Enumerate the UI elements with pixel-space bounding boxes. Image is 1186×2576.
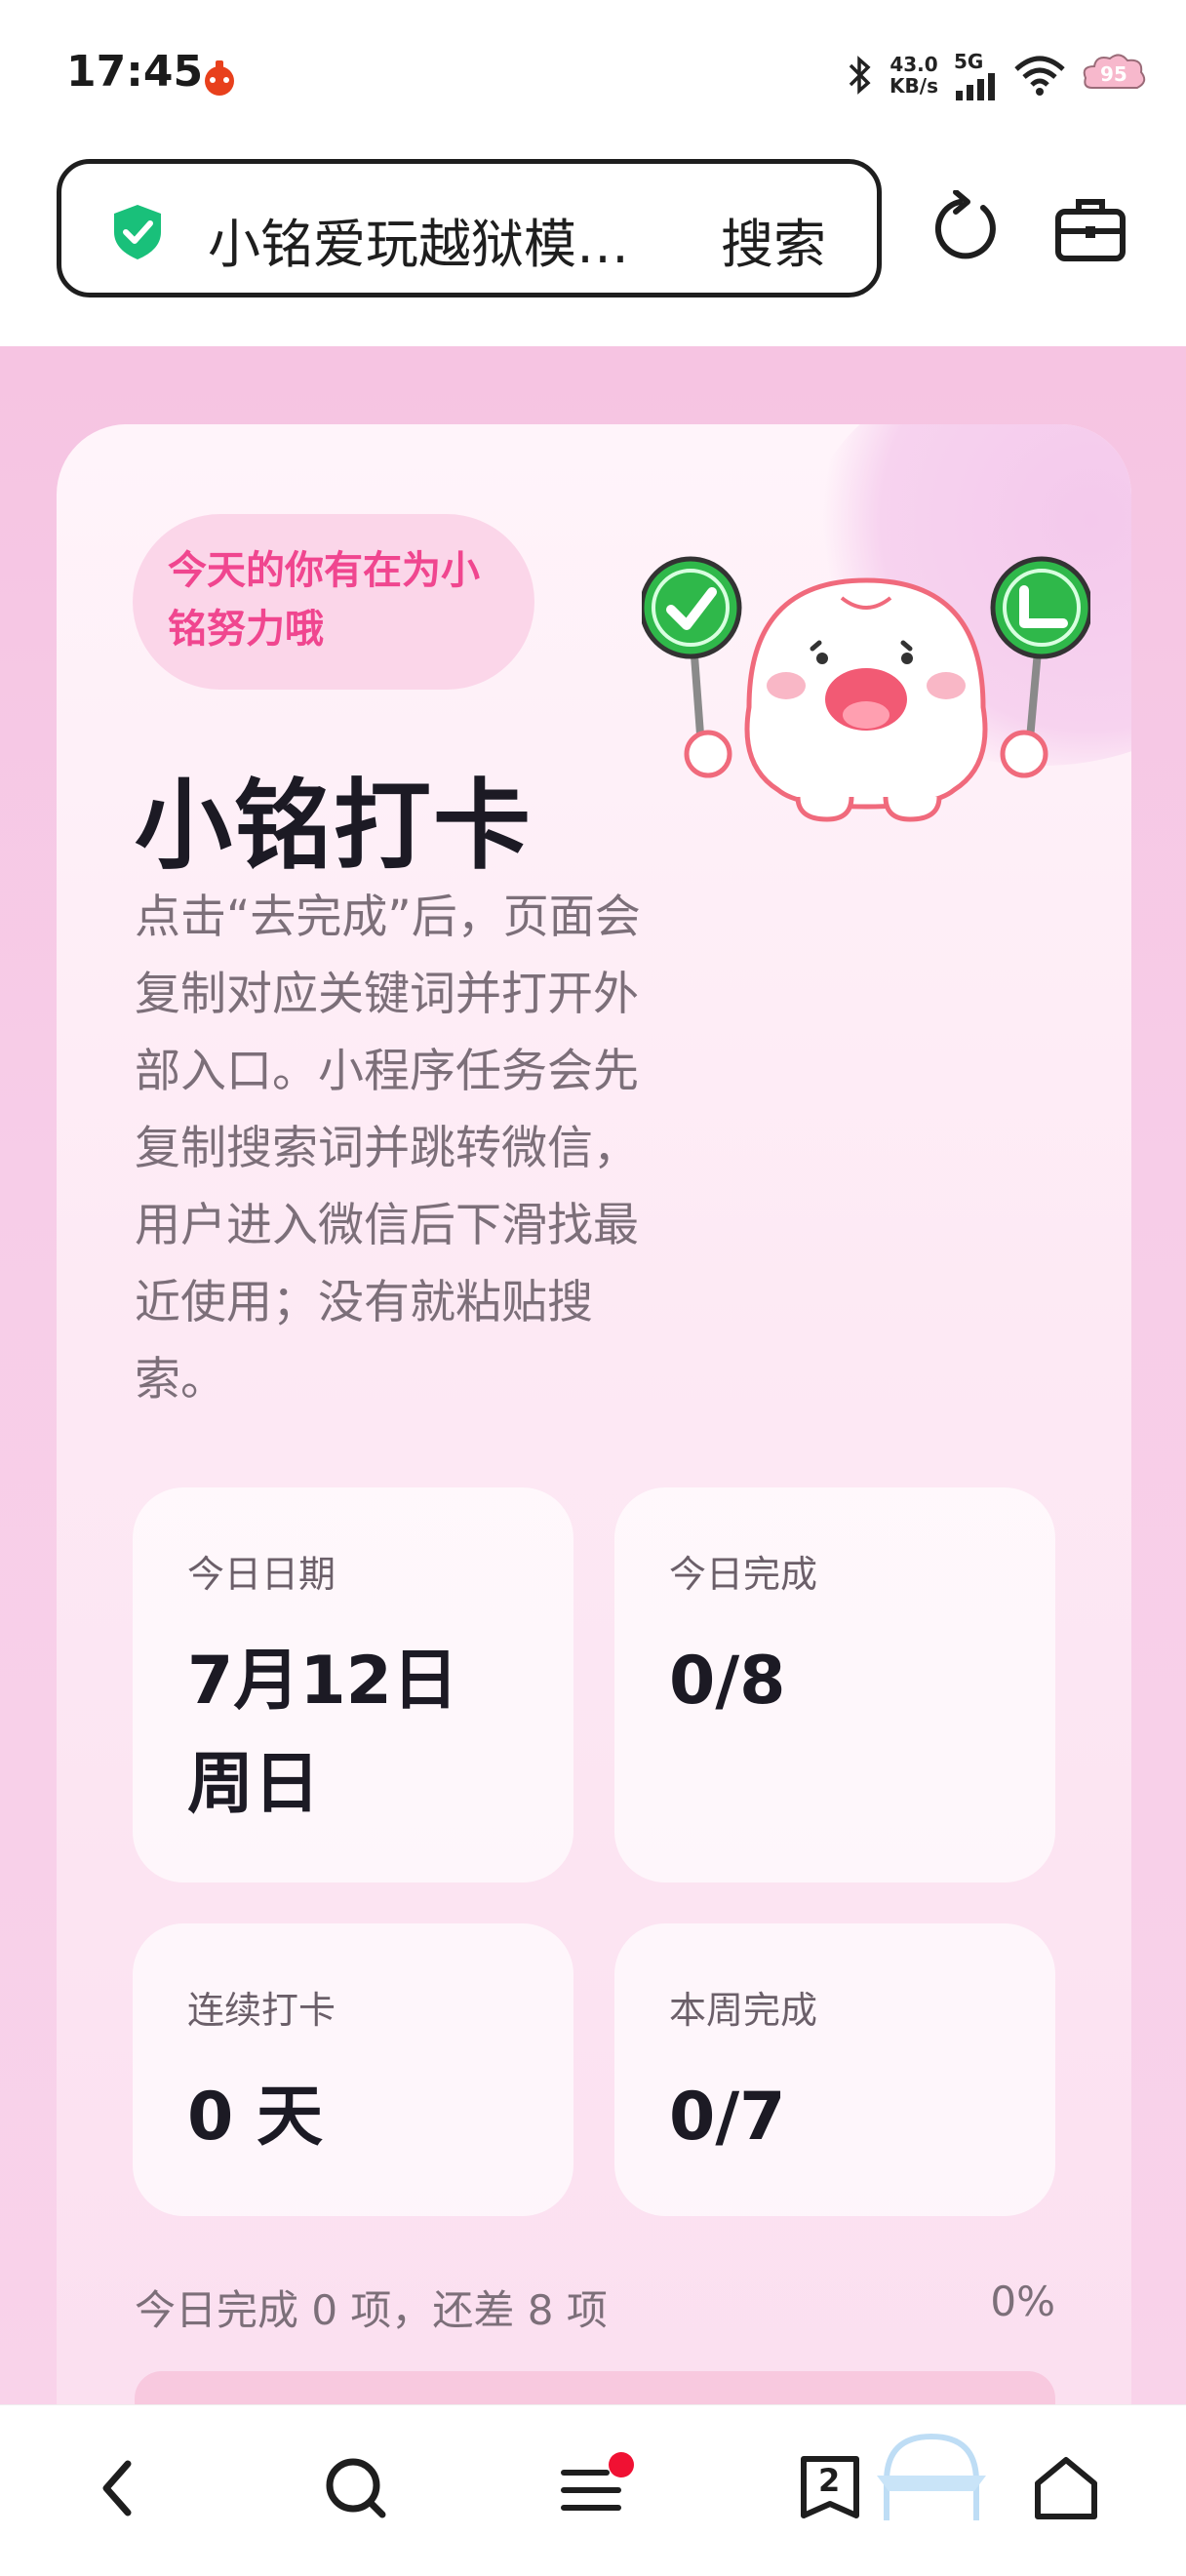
nav-home[interactable]: [1022, 2444, 1110, 2532]
stat-value: 7月12日 周日: [187, 1630, 458, 1837]
home-icon: [1035, 2457, 1097, 2519]
stat-value: 0/7: [669, 2079, 786, 2156]
battery-icon: 95: [1083, 53, 1147, 98]
stat-value: 0 天: [187, 2079, 323, 2156]
floating-character-icon: [877, 2433, 986, 2520]
bottom-navigation: 2: [0, 2404, 1186, 2576]
nav-search[interactable]: [312, 2444, 400, 2532]
stat-label: 本周完成: [669, 1989, 818, 2032]
shield-icon: [114, 205, 161, 259]
encouragement-text: 今天的你有在为小铭努力哦: [168, 548, 480, 652]
notification-dot: [609, 2452, 634, 2477]
net-speed-value: 43.0: [890, 53, 938, 76]
stat-streak: 连续打卡 0 天: [133, 1923, 573, 2216]
progress-summary: 今日完成 0 项，还差 8 项: [135, 2286, 608, 2334]
app-notification-icon: [205, 60, 234, 96]
stat-label: 连续打卡: [187, 1989, 336, 2032]
stat-value-date: 7月12日: [187, 1643, 458, 1720]
stat-label: 今日日期: [187, 1553, 336, 1596]
stat-today-completed: 今日完成 0/8: [614, 1487, 1055, 1882]
search-button[interactable]: 搜索: [721, 201, 826, 278]
signal-group: 5G: [954, 50, 997, 100]
stat-week-completed: 本周完成 0/7: [614, 1923, 1055, 2216]
refresh-icon[interactable]: [929, 190, 1003, 264]
signal-icon: [956, 73, 995, 100]
search-bar[interactable]: 小铭爱玩越狱模拟器 搜索: [57, 159, 882, 297]
nav-back[interactable]: [74, 2444, 162, 2532]
stat-label: 今日完成: [669, 1553, 818, 1596]
status-time: 17:45: [66, 47, 204, 97]
stat-value-weekday: 周日: [187, 1746, 321, 1823]
nav-menu[interactable]: [548, 2444, 636, 2532]
status-bar: 17:45 43.0 KB/s 5G 95: [0, 0, 1186, 151]
checkin-card: 今天的你有在为小铭努力哦 小铭打卡 点击“去完成”后，页面会复制对应关键词并打开…: [57, 424, 1131, 2473]
network-type: 5G: [954, 50, 984, 73]
search-icon: [326, 2458, 386, 2518]
battery-level: 95: [1100, 62, 1127, 86]
progress-percent: 0%: [990, 2278, 1055, 2325]
search-query[interactable]: 小铭爱玩越狱模拟器: [208, 201, 656, 278]
mascot-illustration: [642, 556, 1090, 822]
bluetooth-icon: [849, 56, 871, 95]
status-icons: 43.0 KB/s 5G 95: [845, 47, 1147, 103]
stat-today-date: 今日日期 7月12日 周日: [133, 1487, 573, 1882]
stat-value: 0/8: [669, 1643, 786, 1720]
back-icon: [102, 2460, 132, 2517]
instructions-text: 点击“去完成”后，页面会复制对应关键词并打开外部入口。小程序任务会先复制搜索词并…: [135, 891, 641, 1407]
net-speed: 43.0 KB/s: [890, 54, 938, 97]
net-speed-unit: KB/s: [890, 74, 938, 98]
tab-count: 2: [818, 2462, 841, 2499]
toolbox-icon[interactable]: [1053, 194, 1127, 264]
encouragement-tag: 今天的你有在为小铭努力哦: [133, 514, 534, 690]
wifi-icon: [1014, 56, 1065, 96]
browser-toolbar: 小铭爱玩越狱模拟器 搜索: [0, 151, 1186, 346]
page-title: 小铭打卡: [135, 769, 533, 883]
nav-tabs[interactable]: 2: [786, 2444, 874, 2532]
